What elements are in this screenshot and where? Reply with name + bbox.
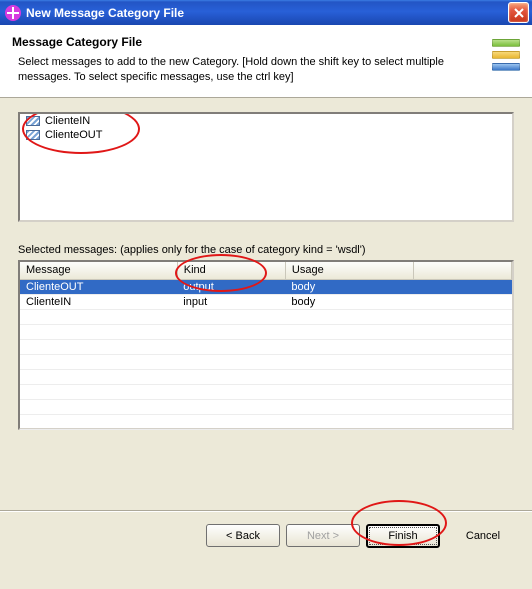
list-item-label: ClienteOUT xyxy=(45,129,102,141)
table-header-row: Message Kind Usage xyxy=(20,262,512,280)
close-button[interactable] xyxy=(508,2,529,23)
cancel-button[interactable]: Cancel xyxy=(446,524,520,547)
wizard-banner-icon xyxy=(486,35,520,85)
next-button[interactable]: Next > xyxy=(286,524,360,547)
wizard-button-bar: < Back Next > Finish Cancel xyxy=(0,512,532,560)
col-spacer xyxy=(413,262,511,280)
app-icon xyxy=(5,5,21,21)
message-icon xyxy=(26,130,40,140)
selected-messages-label: Selected messages: (applies only for the… xyxy=(18,244,514,256)
col-message[interactable]: Message xyxy=(20,262,177,280)
cell-usage: body xyxy=(285,280,413,295)
table-row[interactable]: ClienteIN input body xyxy=(20,295,512,310)
table-row[interactable]: ClienteOUT output body xyxy=(20,280,512,295)
close-icon xyxy=(514,8,524,18)
wizard-header: Message Category File Select messages to… xyxy=(0,25,532,98)
col-kind[interactable]: Kind xyxy=(177,262,285,280)
list-item-label: ClienteIN xyxy=(45,115,90,127)
wizard-description: Select messages to add to the new Catego… xyxy=(12,55,476,85)
col-usage[interactable]: Usage xyxy=(285,262,413,280)
cell-usage: body xyxy=(285,295,413,310)
messages-listbox[interactable]: ClienteIN ClienteOUT xyxy=(18,112,514,222)
cell-message: ClienteIN xyxy=(20,295,177,310)
titlebar: New Message Category File xyxy=(0,0,532,25)
list-item[interactable]: ClienteIN xyxy=(20,114,512,128)
cell-kind: output xyxy=(177,280,285,295)
wizard-title: Message Category File xyxy=(12,35,476,49)
selected-messages-table[interactable]: Message Kind Usage ClienteOUT output bod… xyxy=(18,260,514,430)
finish-button[interactable]: Finish xyxy=(366,524,440,548)
cell-kind: input xyxy=(177,295,285,310)
back-button[interactable]: < Back xyxy=(206,524,280,547)
list-item[interactable]: ClienteOUT xyxy=(20,128,512,142)
message-icon xyxy=(26,116,40,126)
cell-message: ClienteOUT xyxy=(20,280,177,295)
window-title: New Message Category File xyxy=(26,6,508,20)
